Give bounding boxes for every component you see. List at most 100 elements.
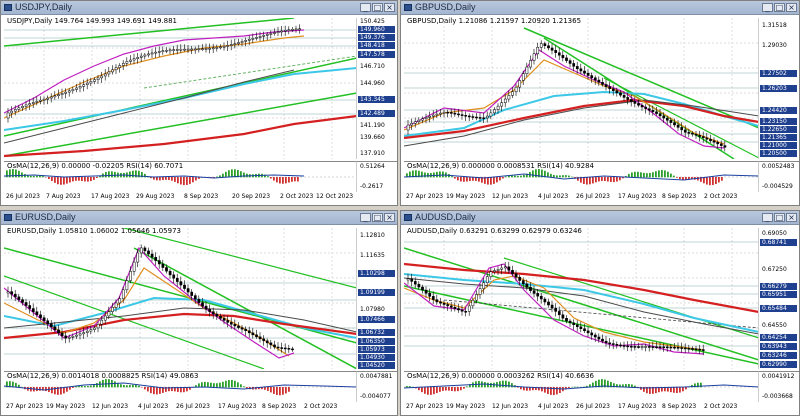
candle <box>186 288 190 293</box>
candle <box>96 77 100 80</box>
candle <box>593 334 597 338</box>
osma-bar <box>718 177 720 183</box>
price-chart-area[interactable] <box>404 18 759 159</box>
candle <box>633 101 637 104</box>
close-button[interactable]: × <box>786 213 797 222</box>
candle <box>619 92 622 96</box>
osma-bar <box>460 387 462 391</box>
osma-bar <box>135 384 137 388</box>
maximize-button[interactable]: □ <box>372 3 383 12</box>
osma-bar <box>631 172 633 178</box>
price-tag: 1.22650 <box>760 126 797 133</box>
osma-bar <box>207 382 209 388</box>
candle <box>575 324 579 327</box>
chart-window-gbpusd[interactable]: GBPUSD,Daily _ □ × GBPUSD,Daily 1.21086 … <box>400 0 800 206</box>
osma-bar <box>676 177 678 178</box>
osma-bar <box>664 170 666 178</box>
osma-bar <box>273 387 275 394</box>
date-label: 4 Jul 2023 <box>538 403 569 410</box>
osma-bar <box>228 170 230 178</box>
date-label: 4 Jul 2023 <box>538 193 569 200</box>
candle <box>175 49 179 51</box>
price-chart-area[interactable] <box>4 18 357 159</box>
price-axis: 1.12810 1.11635 1.10298 1.09199 1.07980 … <box>356 228 397 369</box>
titlebar-usdjpy[interactable]: USDJPY,Daily _ □ × <box>1 1 397 15</box>
chart-window-usdjpy[interactable]: USDJPY,Daily _ □ × USDJPY,Daily 149.764 … <box>0 0 398 206</box>
candle <box>424 117 428 119</box>
date-label: 17 Aug 2023 <box>91 193 130 200</box>
osma-bar <box>33 175 35 178</box>
date-label: 27 Apr 2023 <box>406 403 444 410</box>
candle <box>406 278 410 281</box>
candle <box>676 347 680 349</box>
osma-bar <box>451 176 453 178</box>
candle <box>280 30 284 33</box>
close-button[interactable]: × <box>786 3 797 12</box>
candle <box>719 143 723 146</box>
candle <box>475 116 478 119</box>
price-label: 0.67250 <box>762 266 787 273</box>
candle <box>586 330 590 334</box>
chart-window-eurusd[interactable]: EURUSD,Daily _ □ × EURUSD,Daily 1.05810 … <box>0 210 398 416</box>
oscillator-info-line: OsMA(12,26,9) 0.0014018 0.0008825 RSI(14… <box>7 372 199 380</box>
price-tag: 1.06350 <box>358 338 395 345</box>
titlebar-eurusd[interactable]: EURUSD,Daily _ □ × <box>1 211 397 225</box>
chart-window-audusd[interactable]: AUDUSD,Daily _ □ × AUDUSD,Daily 0.63291 … <box>400 210 800 416</box>
window-title: EURUSD,Daily <box>15 212 76 222</box>
osma-bar <box>505 380 507 388</box>
osma-bar <box>520 387 522 390</box>
osma-bar <box>69 387 71 390</box>
candle <box>417 119 421 122</box>
minimize-button[interactable]: _ <box>762 213 773 222</box>
close-button[interactable]: × <box>384 213 395 222</box>
candle <box>446 111 450 114</box>
candle <box>496 105 500 110</box>
osma-bar <box>682 387 684 392</box>
candle <box>687 348 691 350</box>
maximize-button[interactable]: □ <box>774 3 785 12</box>
candle <box>712 140 716 143</box>
price-chart-area[interactable] <box>404 228 759 369</box>
candle <box>118 65 122 68</box>
oscillator-info-line: OsMA(12,26,9) 0.00000 -0.02205 RSI(14) 6… <box>7 162 184 170</box>
symbol-info-line: EURUSD,Daily 1.05810 1.06002 1.05646 1.0… <box>7 227 181 235</box>
minimize-button[interactable]: _ <box>762 3 773 12</box>
candle <box>442 111 446 114</box>
candle <box>21 106 24 109</box>
candle <box>482 117 486 119</box>
price-tag: 0.66279 <box>760 283 797 290</box>
price-chart-area[interactable] <box>4 228 357 369</box>
candle <box>529 287 532 291</box>
candle <box>557 311 561 316</box>
maximize-button[interactable]: □ <box>774 213 785 222</box>
date-axis: 27 Apr 2023 19 May 2023 12 Jun 2023 4 Ju… <box>404 192 759 203</box>
candle <box>568 320 572 324</box>
minimize-button[interactable]: _ <box>360 213 371 222</box>
osma-bar <box>559 175 561 178</box>
osma-bar <box>568 387 570 388</box>
osma-bar <box>222 381 224 388</box>
price-label: 1.31518 <box>762 22 787 29</box>
titlebar-audusd[interactable]: AUDUSD,Daily _ □ × <box>401 211 799 225</box>
osma-bar <box>267 387 269 391</box>
osma-bar <box>156 177 158 181</box>
date-label: 26 Jul 2023 <box>576 403 610 410</box>
minimize-button[interactable]: _ <box>360 3 371 12</box>
osma-bar <box>493 177 495 184</box>
candle <box>118 298 122 304</box>
maximize-button[interactable]: □ <box>372 213 383 222</box>
osma-bar <box>87 386 89 388</box>
date-axis: 27 Apr 2023 19 May 2023 12 Jun 2023 4 Ju… <box>4 402 357 413</box>
date-label: 12 Jun 2023 <box>492 403 529 410</box>
oscillator-axis: 0.0052483 -0.004529 <box>758 161 799 192</box>
osma-bar <box>667 171 669 178</box>
titlebar-gbpusd[interactable]: GBPUSD,Daily _ □ × <box>401 1 799 15</box>
candle <box>655 111 658 114</box>
osma-bar <box>565 175 567 178</box>
candle <box>691 348 694 350</box>
osma-bar <box>177 177 179 184</box>
candle <box>529 60 532 68</box>
candle <box>554 307 558 312</box>
candle <box>518 80 522 88</box>
close-button[interactable]: × <box>384 3 395 12</box>
